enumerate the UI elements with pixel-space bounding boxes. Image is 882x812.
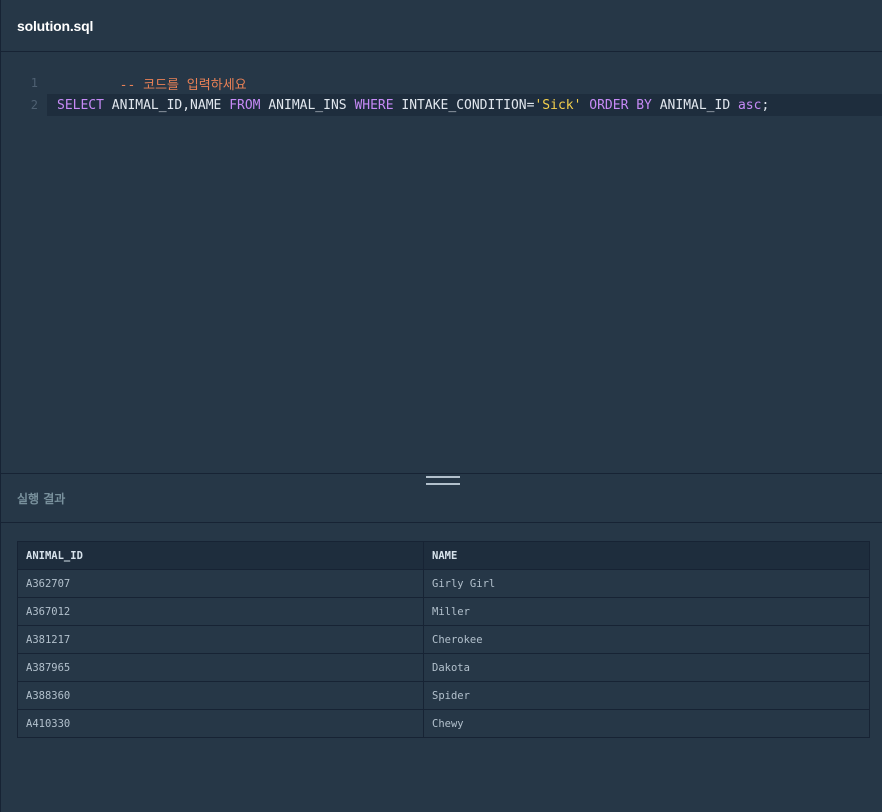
code-keyword: asc <box>737 97 762 113</box>
code-text: INTAKE_CONDITION= <box>393 97 535 113</box>
cell-name: Miller <box>423 597 870 626</box>
code-comment: -- 코드를 입력하세요 <box>119 77 247 93</box>
code-text: ANIMAL_ID <box>651 97 738 113</box>
table-row: A367012 Miller <box>17 597 870 626</box>
panel-splitter[interactable] <box>1 473 882 485</box>
cell-name: Cherokee <box>423 625 870 654</box>
code-keyword: FROM <box>229 97 261 113</box>
line-code-2[interactable]: SELECT ANIMAL_ID,NAME FROM ANIMAL_INS WH… <box>47 98 769 113</box>
results-table: ANIMAL_ID NAME A362707 Girly Girl A36701… <box>17 541 870 738</box>
drag-handle-icon[interactable] <box>426 476 460 485</box>
cell-animal-id: A387965 <box>17 653 424 682</box>
cell-animal-id: A367012 <box>17 597 424 626</box>
cell-name: Spider <box>423 681 870 710</box>
cell-animal-id: A381217 <box>17 625 424 654</box>
code-line-2[interactable]: 2 SELECT ANIMAL_ID,NAME FROM ANIMAL_INS … <box>31 94 882 116</box>
table-row: A362707 Girly Girl <box>17 569 870 598</box>
column-header-animal-id: ANIMAL_ID <box>17 541 424 570</box>
cell-animal-id: A388360 <box>17 681 424 710</box>
column-header-name: NAME <box>423 541 870 570</box>
sql-workspace: solution.sql 1 -- 코드를 입력하세요 2 SELECT ANI… <box>0 0 882 812</box>
table-row: A381217 Cherokee <box>17 625 870 654</box>
code-editor[interactable]: 1 -- 코드를 입력하세요 2 SELECT ANIMAL_ID,NAME F… <box>1 52 882 473</box>
code-string: 'Sick' <box>534 97 582 113</box>
code-text: ANIMAL_ID,NAME <box>103 97 230 113</box>
code-line-1[interactable]: 1 -- 코드를 입력하세요 <box>1 72 882 94</box>
file-tab-bar: solution.sql <box>1 0 882 52</box>
line-number: 2 <box>30 98 38 112</box>
code-keyword: SELECT <box>57 97 104 113</box>
table-row: A388360 Spider <box>17 681 870 710</box>
table-row: A387965 Dakota <box>17 653 870 682</box>
code-text: ANIMAL_INS <box>260 97 355 113</box>
code-keyword: WHERE <box>354 97 394 113</box>
results-title: 실행 결과 <box>17 491 66 506</box>
table-row: A410330 Chewy <box>17 709 870 738</box>
cell-name: Girly Girl <box>423 569 870 598</box>
cell-name: Dakota <box>423 653 870 682</box>
table-header-row: ANIMAL_ID NAME <box>17 541 870 570</box>
cell-name: Chewy <box>423 709 870 738</box>
file-tab-solution-sql[interactable]: solution.sql <box>17 18 93 34</box>
cell-animal-id: A410330 <box>17 709 424 738</box>
code-text: ; <box>761 97 770 113</box>
code-keyword: ORDER BY <box>589 97 652 113</box>
line-number: 1 <box>30 76 38 90</box>
results-panel: ANIMAL_ID NAME A362707 Girly Girl A36701… <box>1 523 882 738</box>
cell-animal-id: A362707 <box>17 569 424 598</box>
